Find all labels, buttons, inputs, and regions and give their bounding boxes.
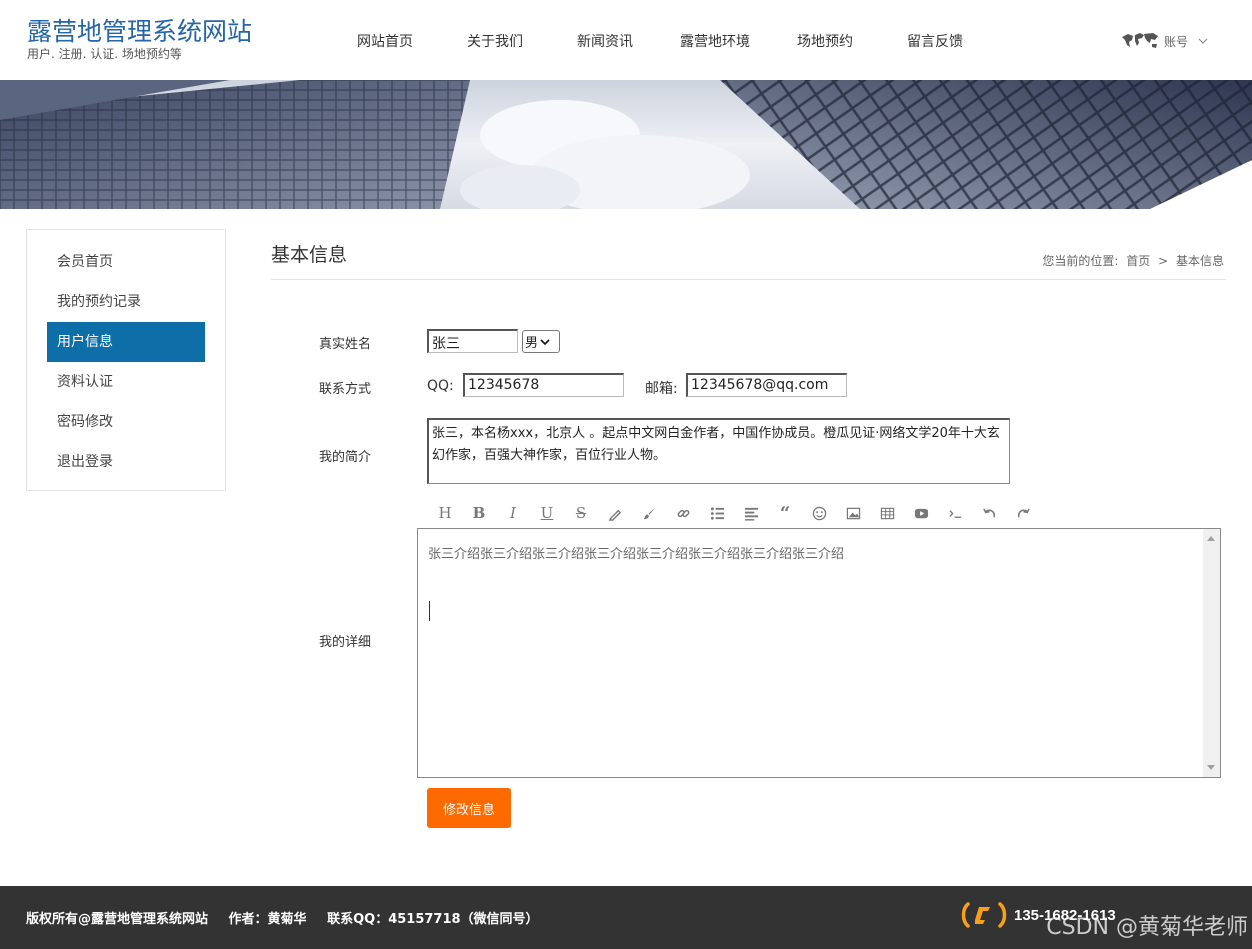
site-title[interactable]: 露营地管理系统网站 [27,12,252,48]
align-left-icon[interactable] [734,504,768,522]
scroll-down-arrow-icon[interactable] [1207,765,1215,770]
update-info-button[interactable]: 修改信息 [427,788,511,828]
site-subtitle: 用户. 注册. 认证. 场地预约等 [27,47,182,61]
watermark: CSDN @黄菊华老师 [1046,915,1248,940]
email-input[interactable]: 12345678@qq.com [686,373,847,397]
name-input[interactable]: 张三 [427,329,518,353]
nav-item-booking[interactable]: 场地预约 [770,31,880,51]
video-icon[interactable] [904,504,938,522]
breadcrumb: 您当前的位置: 首页 > 基本信息 [1040,252,1226,269]
sidebar-item-verification[interactable]: 资料认证 [47,362,205,402]
nav-item-news[interactable]: 新闻资讯 [550,31,660,51]
email-label: 邮箱: [645,381,678,397]
chevron-down-icon [1198,38,1208,44]
main-nav: 网站首页 关于我们 新闻资讯 露营地环境 场地预约 留言反馈 [330,31,990,51]
scroll-up-arrow-icon[interactable] [1207,536,1215,541]
underline-icon[interactable]: U [530,504,564,522]
sidebar-item-change-password[interactable]: 密码修改 [47,402,205,442]
detail-label: 我的详细 [319,635,372,650]
sidebar-item-logout[interactable]: 退出登录 [47,442,205,482]
breadcrumb-home[interactable]: 首页 [1126,254,1150,268]
heading-icon[interactable]: H [428,504,462,522]
gender-value: 男 [525,336,539,351]
world-map-icon [1121,33,1158,48]
name-label: 真实姓名 [319,337,372,352]
detail-editor[interactable]: 张三介绍张三介绍张三介绍张三介绍张三介绍张三介绍张三介绍张三介绍 [417,528,1221,778]
redo-icon[interactable] [1006,504,1040,522]
nav-item-feedback[interactable]: 留言反馈 [880,31,990,51]
gender-select[interactable]: 男 [522,330,560,353]
sidebar-item-member-home[interactable]: 会员首页 [47,242,205,282]
footer-copyright: 版权所有@露营地管理系统网站 [26,912,209,927]
footer-author: 作者：黄菊华 [228,912,307,927]
sidebar-item-user-info[interactable]: 用户信息 [47,322,205,362]
qq-label: QQ: [427,378,454,394]
bullet-list-icon[interactable] [700,504,734,522]
phone-icon [961,902,1007,928]
breadcrumb-current: 基本信息 [1175,254,1224,268]
brush-icon[interactable] [632,504,666,522]
intro-label: 我的简介 [319,450,372,465]
strikethrough-icon[interactable]: S [564,504,598,522]
highlight-icon[interactable] [598,504,632,522]
nav-item-environment[interactable]: 露营地环境 [660,31,770,51]
bold-icon[interactable]: B [462,504,496,522]
member-sidebar: 会员首页 我的预约记录 用户信息 资料认证 密码修改 退出登录 [26,229,226,491]
sidebar-item-booking-records[interactable]: 我的预约记录 [47,282,205,322]
emoji-icon[interactable] [802,504,836,522]
editor-scrollbar[interactable] [1203,529,1220,777]
breadcrumb-separator: > [1158,254,1169,268]
qq-input[interactable]: 12345678 [463,373,624,397]
title-divider [271,279,1226,280]
nav-item-home[interactable]: 网站首页 [330,31,440,51]
footer-info: 版权所有@露营地管理系统网站 作者：黄菊华 联系QQ：45157718（微信同号… [26,908,555,927]
intro-textarea[interactable]: 张三，本名杨xxx，北京人 。起点中文网白金作者，中国作协成员。橙瓜见证·网络文… [427,418,1010,484]
code-icon[interactable] [938,504,972,522]
banner-image [0,80,1252,209]
site-header: 露营地管理系统网站 用户. 注册. 认证. 场地预约等 网站首页 关于我们 新闻… [0,0,1252,80]
chevron-down-icon [540,338,550,345]
account-menu[interactable]: 账号 [1120,31,1208,51]
page-title: 基本信息 [271,244,348,266]
editor-toolbar: H B I U S “ [428,503,1040,524]
undo-icon[interactable] [972,504,1006,522]
table-icon[interactable] [870,504,904,522]
footer-contact: 联系QQ：45157718（微信同号） [327,912,539,927]
nav-item-about[interactable]: 关于我们 [440,31,550,51]
breadcrumb-prefix: 您当前的位置: [1042,254,1119,268]
site-footer: 版权所有@露营地管理系统网站 作者：黄菊华 联系QQ：45157718（微信同号… [0,886,1252,949]
image-icon[interactable] [836,504,870,522]
link-icon[interactable] [666,504,700,522]
italic-icon[interactable]: I [496,504,530,522]
account-label: 账号 [1163,34,1188,49]
contact-label: 联系方式 [319,382,372,397]
quote-icon[interactable]: “ [768,503,802,524]
text-cursor [429,601,430,621]
detail-editor-text[interactable]: 张三介绍张三介绍张三介绍张三介绍张三介绍张三介绍张三介绍张三介绍 [428,543,844,562]
